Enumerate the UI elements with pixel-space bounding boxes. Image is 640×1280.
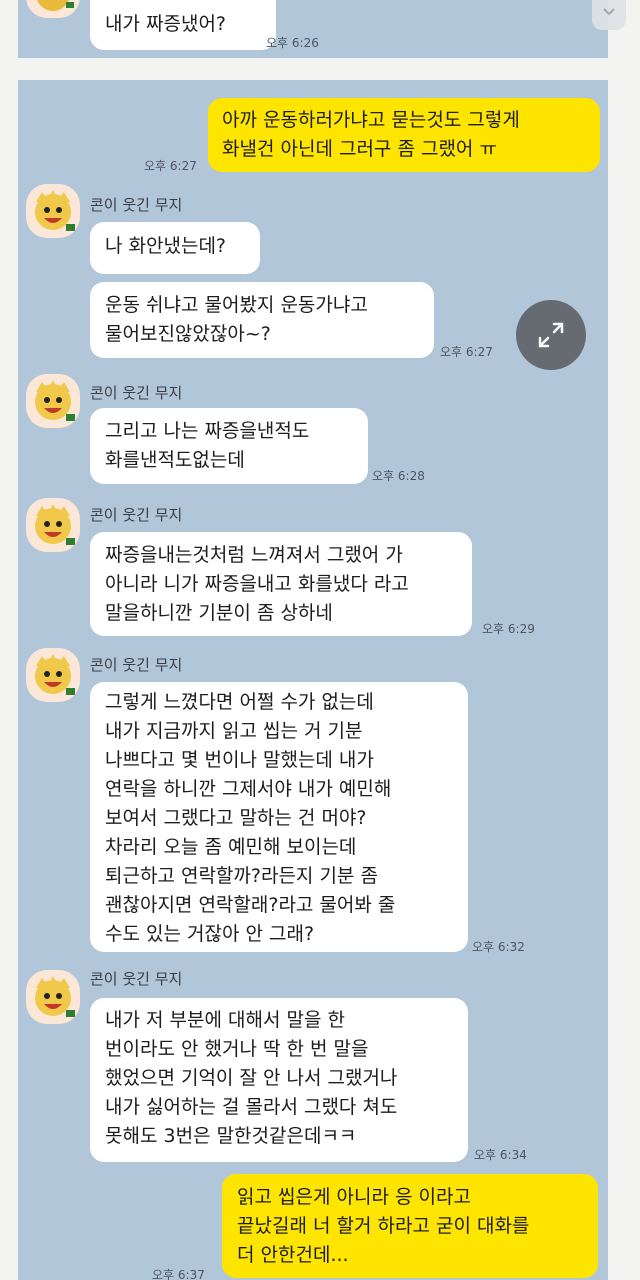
message-time: 오후 6:29	[482, 622, 535, 636]
avatar-muzi-icon[interactable]	[26, 970, 80, 1024]
incoming-message-bubble[interactable]: 운동 쉬냐고 물어봤지 운동가냐고 물어보진않았잖아~?	[90, 282, 434, 358]
outgoing-message-bubble[interactable]: 아까 운동하러가냐고 묻는것도 그렇게 화낼건 아닌데 그러구 좀 그랬어 ㅠ	[208, 98, 600, 172]
avatar-muzi-icon[interactable]	[26, 0, 80, 18]
incoming-message-bubble[interactable]: 나 화안냈는데?	[90, 222, 260, 274]
incoming-message-bubble[interactable]: 내가 저 부분에 대해서 말을 한 번이라도 안 했거나 딱 한 번 말을 했었…	[90, 998, 468, 1162]
incoming-message-bubble[interactable]: 그렇게 느꼈다면 어쩔 수가 없는데 내가 지금까지 읽고 씹는 거 기분 나쁘…	[90, 682, 468, 952]
message-time: 오후 6:37	[152, 1268, 205, 1280]
sender-name: 콘이 웃긴 무지	[90, 196, 183, 214]
collapse-chevron-icon[interactable]	[592, 0, 626, 30]
message-time: 오후 6:34	[474, 1148, 527, 1162]
incoming-message-bubble[interactable]: 그리고 나는 짜증을낸적도 화를낸적도없는데	[90, 408, 368, 484]
sender-name: 콘이 웃긴 무지	[90, 506, 183, 524]
sender-name: 콘이 웃긴 무지	[90, 384, 183, 402]
avatar-muzi-icon[interactable]	[26, 184, 80, 238]
previous-chat-strip: 내가 짜증냈어? 오후 6:26	[18, 0, 608, 58]
incoming-message-bubble[interactable]: 짜증을내는것처럼 느껴져서 그랬어 가 아니라 니가 짜증을내고 화를냈다 라고…	[90, 532, 472, 636]
message-time: 오후 6:32	[472, 940, 525, 954]
message-time: 오후 6:28	[372, 469, 425, 483]
prev-message-time: 오후 6:26	[266, 36, 319, 50]
avatar-muzi-icon[interactable]	[26, 648, 80, 702]
outgoing-message-bubble[interactable]: 읽고 씹은게 아니라 응 이라고 끝났길래 너 할거 하라고 굳이 대화를 더 …	[222, 1174, 598, 1278]
avatar-muzi-icon[interactable]	[26, 498, 80, 552]
expand-fullscreen-button[interactable]	[516, 300, 586, 370]
prev-message-bubble[interactable]: 내가 짜증냈어?	[90, 0, 276, 50]
chat-screen: 아까 운동하러가냐고 묻는것도 그렇게 화낼건 아닌데 그러구 좀 그랬어 ㅠ …	[18, 80, 608, 1280]
expand-arrows-icon	[538, 322, 564, 348]
sender-name: 콘이 웃긴 무지	[90, 656, 183, 674]
message-time: 오후 6:27	[440, 345, 493, 359]
sender-name: 콘이 웃긴 무지	[90, 970, 183, 988]
message-time: 오후 6:27	[144, 159, 197, 173]
avatar-muzi-icon[interactable]	[26, 374, 80, 428]
